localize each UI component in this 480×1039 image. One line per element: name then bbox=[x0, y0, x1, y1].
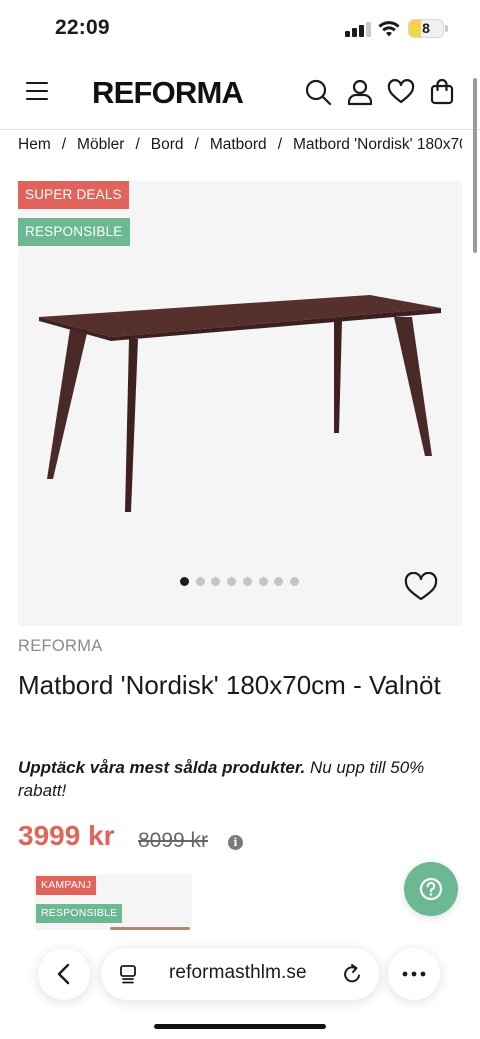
address-bar[interactable]: reformasthlm.se bbox=[101, 948, 379, 1000]
badge-kampanj: KAMPANJ bbox=[36, 876, 97, 895]
product-brand[interactable]: REFORMA bbox=[18, 637, 103, 656]
tabs-icon[interactable] bbox=[119, 964, 139, 984]
browser-more-button[interactable] bbox=[388, 948, 440, 1000]
more-icon bbox=[402, 971, 426, 977]
thumbnail-product-image bbox=[110, 927, 190, 930]
reload-icon[interactable] bbox=[342, 963, 363, 985]
breadcrumb-matbord[interactable]: Matbord bbox=[210, 136, 267, 153]
breadcrumb-bord[interactable]: Bord bbox=[151, 136, 184, 153]
home-indicator[interactable] bbox=[154, 1024, 326, 1029]
badge-super-deals: SUPER DEALS bbox=[18, 181, 129, 209]
carousel-dot[interactable] bbox=[195, 577, 205, 586]
url-text[interactable]: reformasthlm.se bbox=[169, 962, 307, 984]
breadcrumb: Hem / Möbler / Bord / Matbord / Matbord 'Nordisk… bbox=[18, 136, 462, 158]
battery-level: 8 bbox=[422, 20, 430, 36]
help-icon bbox=[419, 877, 443, 901]
status-bar: 22:09 8 bbox=[0, 0, 480, 56]
product-image-table bbox=[39, 295, 441, 512]
badge-responsible-small: RESPONSIBLE bbox=[36, 904, 123, 923]
breadcrumb-separator: / bbox=[277, 136, 282, 153]
back-icon bbox=[57, 963, 70, 985]
battery-icon: 8 bbox=[408, 19, 444, 38]
breadcrumb-separator: / bbox=[61, 136, 67, 153]
price-info-icon[interactable]: i bbox=[228, 835, 243, 850]
wishlist-icon[interactable] bbox=[387, 78, 415, 106]
status-time: 22:09 bbox=[55, 16, 110, 39]
breadcrumb-hem[interactable]: Hem bbox=[18, 136, 51, 153]
product-title: Matbord 'Nordisk' 180x70cm - Valnöt bbox=[18, 670, 441, 700]
help-button[interactable] bbox=[404, 862, 458, 916]
carousel-dot[interactable] bbox=[180, 577, 189, 586]
cart-icon[interactable] bbox=[428, 78, 456, 106]
signal-icon bbox=[345, 21, 371, 37]
related-product-thumbnail[interactable]: KAMPANJ RESPONSIBLE bbox=[34, 874, 192, 930]
carousel-dot[interactable] bbox=[289, 577, 299, 586]
carousel-dot[interactable] bbox=[242, 577, 252, 586]
menu-icon[interactable] bbox=[26, 82, 48, 100]
site-logo[interactable]: REFORMA bbox=[92, 75, 244, 111]
battery-nub bbox=[445, 25, 448, 32]
account-icon[interactable] bbox=[346, 78, 374, 106]
breadcrumb-mobler[interactable]: Möbler bbox=[77, 136, 124, 153]
search-icon[interactable] bbox=[304, 78, 332, 106]
breadcrumb-current: Matbord 'Nordisk' 180x70cm - Valnöt bbox=[293, 136, 462, 153]
breadcrumb-separator: / bbox=[135, 136, 140, 153]
site-header: REFORMA bbox=[0, 60, 480, 130]
carousel-dot[interactable] bbox=[258, 577, 268, 586]
product-image-carousel[interactable]: SUPER DEALS RESPONSIBLE bbox=[18, 181, 462, 626]
breadcrumb-separator: / bbox=[194, 136, 199, 153]
browser-back-button[interactable] bbox=[38, 948, 90, 1000]
promo-bold: Upptäck våra mest sålda produkter. bbox=[18, 758, 306, 777]
page-scrollbar[interactable] bbox=[473, 78, 477, 253]
add-to-wishlist-heart-icon[interactable] bbox=[404, 572, 438, 602]
wifi-icon bbox=[378, 21, 400, 37]
original-price: 8099 kr bbox=[138, 829, 209, 852]
promo-text: Upptäck våra mest sålda produkter. Nu up… bbox=[18, 756, 448, 802]
sale-price: 3999 kr bbox=[18, 820, 115, 851]
badge-responsible: RESPONSIBLE bbox=[18, 218, 130, 246]
